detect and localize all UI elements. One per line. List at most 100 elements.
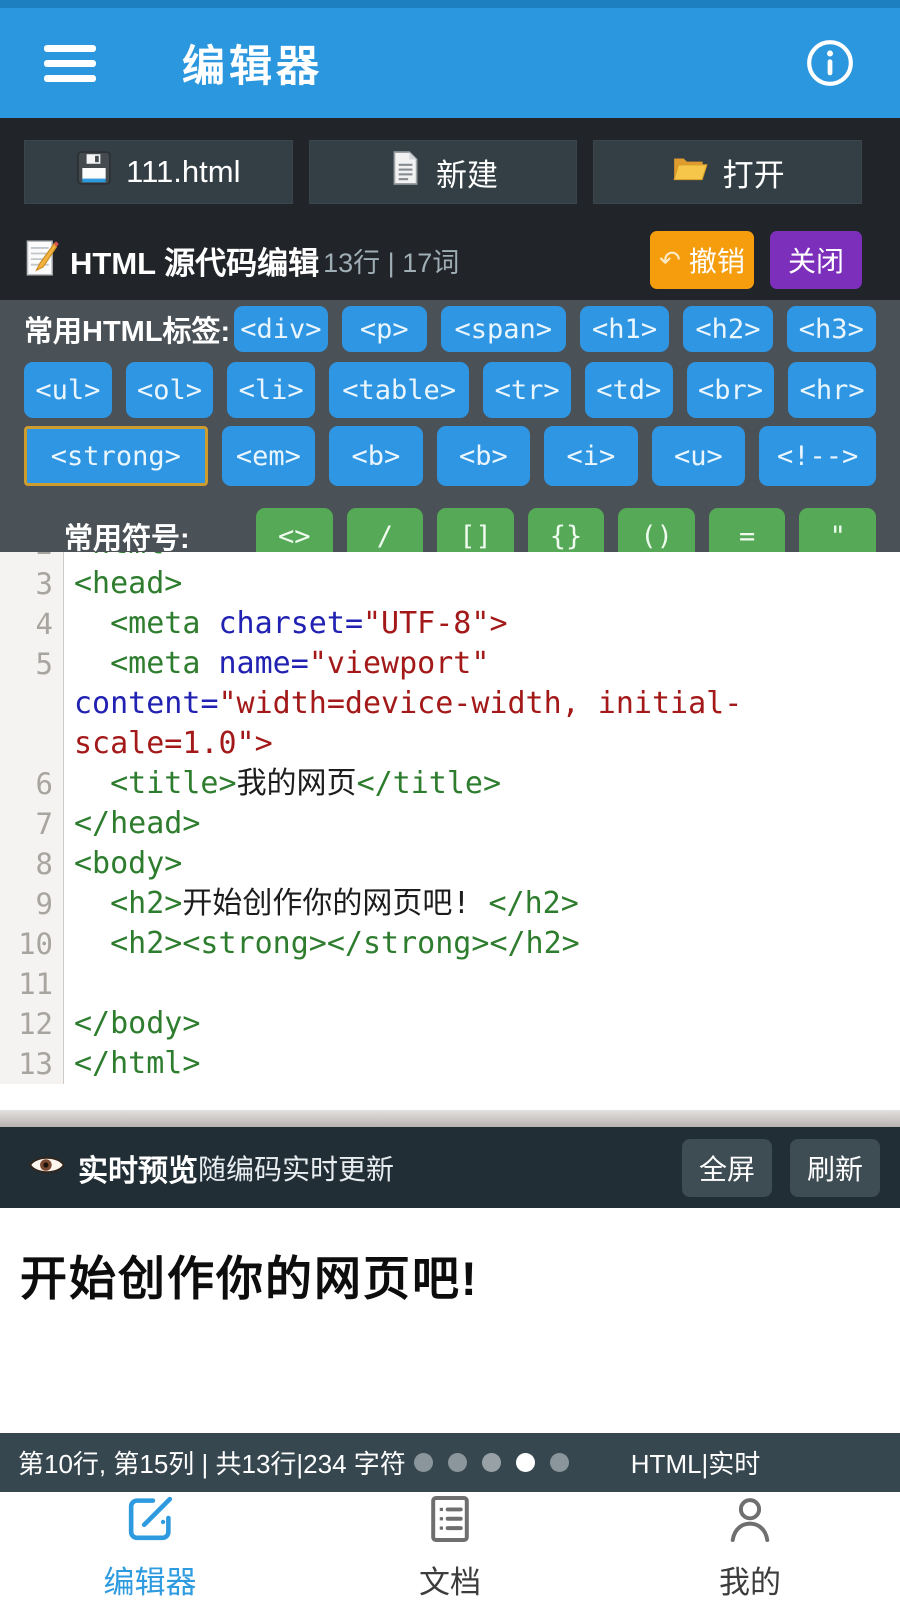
line-number: 7 bbox=[0, 804, 64, 844]
symbol-insert-button[interactable]: {} bbox=[528, 508, 605, 552]
tag-insert-button[interactable]: <u> bbox=[652, 426, 746, 486]
fullscreen-button[interactable]: 全屏 bbox=[682, 1139, 772, 1197]
info-icon[interactable] bbox=[804, 37, 856, 89]
undo-button[interactable]: ↶ 撤销 bbox=[650, 231, 754, 289]
app-header: 编辑器 bbox=[0, 8, 900, 118]
tag-insert-button[interactable]: <ul> bbox=[24, 362, 112, 418]
undo-label: 撤销 bbox=[689, 240, 745, 280]
tag-insert-button[interactable]: <div> bbox=[234, 306, 328, 352]
nav-editor-label: 编辑器 bbox=[104, 1557, 197, 1600]
symbol-row: 常用符号: <> / [] {} () = " bbox=[24, 508, 876, 552]
tag-insert-button[interactable]: <i> bbox=[544, 426, 638, 486]
nav-mine-label: 我的 bbox=[719, 1557, 781, 1600]
tag-insert-button[interactable]: <table> bbox=[329, 362, 469, 418]
eye-icon bbox=[28, 1151, 66, 1184]
page-title: 编辑器 bbox=[182, 32, 323, 94]
pager-dot bbox=[414, 1453, 433, 1472]
symbol-insert-button[interactable]: <> bbox=[256, 508, 333, 552]
source-editor-title: HTML 源代码编辑 bbox=[70, 238, 319, 283]
line-word-count: 13行 | 17词 bbox=[323, 241, 459, 280]
line-number: 5 bbox=[0, 644, 64, 684]
line-number: 6 bbox=[0, 764, 64, 804]
preview-title: 实时预览 bbox=[78, 1146, 198, 1190]
tag-insert-button[interactable]: <h3> bbox=[787, 306, 876, 352]
tag-row-3: <strong><em><b><b><i><u><!--> bbox=[24, 426, 876, 486]
editor-status-bar: 第10行, 第15列 | 共13行|234 字符 HTML|实时 bbox=[0, 1433, 900, 1492]
line-number: 12 bbox=[0, 1004, 64, 1044]
code-line: 8<body> bbox=[0, 844, 900, 884]
tag-insert-button[interactable]: <p> bbox=[342, 306, 427, 352]
tag-insert-button[interactable]: <ol> bbox=[126, 362, 214, 418]
code-text: <head> bbox=[64, 564, 182, 604]
tag-insert-button[interactable]: <strong> bbox=[24, 426, 208, 486]
person-icon bbox=[722, 1490, 778, 1553]
symbol-insert-button[interactable]: () bbox=[618, 508, 695, 552]
new-file-label: 新建 bbox=[436, 150, 498, 195]
tag-insert-button[interactable]: <td> bbox=[585, 362, 673, 418]
symbol-insert-button[interactable]: [] bbox=[437, 508, 514, 552]
code-line: scale=1.0"> bbox=[0, 724, 900, 764]
symbol-insert-button[interactable]: = bbox=[709, 508, 786, 552]
preview-toolbar: 实时预览 随编码实时更新 全屏 刷新 bbox=[0, 1127, 900, 1208]
memo-icon bbox=[24, 239, 60, 282]
line-number: 9 bbox=[0, 884, 64, 924]
nav-docs-label: 文档 bbox=[419, 1557, 481, 1600]
tag-row-2: <ul><ol><li><table><tr><td><br><hr> bbox=[24, 362, 876, 418]
symbols-label: 常用符号: bbox=[24, 515, 242, 552]
symbol-insert-button[interactable]: " bbox=[799, 508, 876, 552]
tag-insert-button[interactable]: <span> bbox=[441, 306, 566, 352]
close-label: 关闭 bbox=[788, 240, 844, 280]
tag-insert-button[interactable]: <li> bbox=[227, 362, 315, 418]
code-line: content="width=device-width, initial- bbox=[0, 684, 900, 724]
file-toolbar: 111.html 新建 bbox=[24, 140, 862, 204]
tag-insert-button[interactable]: <b> bbox=[437, 426, 531, 486]
code-editor[interactable]: 2<html3<head>4 <meta charset="UTF-8">5 <… bbox=[0, 552, 900, 1110]
preview-heading: 开始创作你的网页吧! bbox=[20, 1240, 880, 1309]
code-line: 4 <meta charset="UTF-8"> bbox=[0, 604, 900, 644]
code-text bbox=[64, 964, 74, 1004]
menu-icon[interactable] bbox=[44, 45, 96, 82]
file-toolbar-section: 111.html 新建 bbox=[0, 118, 900, 300]
code-text: <html bbox=[64, 552, 164, 564]
symbol-insert-button[interactable]: / bbox=[347, 508, 424, 552]
save-file-button[interactable]: 111.html bbox=[24, 140, 293, 204]
tag-insert-button[interactable]: <h1> bbox=[580, 306, 669, 352]
code-line: 7</head> bbox=[0, 804, 900, 844]
app-screen: 编辑器 111.html bbox=[0, 0, 900, 1600]
tag-insert-button[interactable]: <hr> bbox=[788, 362, 876, 418]
nav-tab-docs[interactable]: 文档 bbox=[360, 1490, 540, 1600]
statusbar-strip bbox=[0, 0, 900, 8]
floppy-icon bbox=[76, 150, 112, 194]
code-text: <title>我的网页</title> bbox=[64, 764, 501, 804]
nav-tab-editor[interactable]: 编辑器 bbox=[60, 1490, 240, 1600]
mode-indicator: HTML|实时 bbox=[631, 1444, 761, 1481]
tag-insert-button[interactable]: <!--> bbox=[759, 426, 876, 486]
tag-insert-button[interactable]: <b> bbox=[329, 426, 423, 486]
tag-insert-button[interactable]: <br> bbox=[687, 362, 775, 418]
tag-insert-button[interactable]: <tr> bbox=[483, 362, 571, 418]
refresh-button[interactable]: 刷新 bbox=[790, 1139, 880, 1197]
tag-row-1: 常用HTML标签: <div><p><span><h1><h2><h3> bbox=[24, 306, 876, 352]
code-line: 12</body> bbox=[0, 1004, 900, 1044]
undo-icon: ↶ bbox=[659, 245, 681, 276]
cursor-position-text: 第10行, 第15列 | 共13行|234 字符 bbox=[18, 1444, 406, 1481]
line-number: 4 bbox=[0, 604, 64, 644]
code-text: <h2><strong></strong></h2> bbox=[64, 924, 580, 964]
pager-dot bbox=[550, 1453, 569, 1472]
code-lines: 2<html3<head>4 <meta charset="UTF-8">5 <… bbox=[0, 552, 900, 1084]
nav-tab-mine[interactable]: 我的 bbox=[660, 1490, 840, 1600]
line-number: 10 bbox=[0, 924, 64, 964]
tag-insert-button[interactable]: <h2> bbox=[683, 306, 772, 352]
edit-square-icon bbox=[121, 1490, 179, 1553]
close-button[interactable]: 关闭 bbox=[770, 231, 862, 289]
open-file-button[interactable]: 打开 bbox=[593, 140, 862, 204]
open-folder-icon bbox=[671, 151, 709, 193]
editor-scrollbar[interactable] bbox=[0, 1110, 900, 1127]
code-line: 3<head> bbox=[0, 564, 900, 604]
line-number: 13 bbox=[0, 1044, 64, 1084]
code-line: 2<html bbox=[0, 552, 900, 564]
line-number: 11 bbox=[0, 964, 64, 1004]
source-header-row: HTML 源代码编辑 13行 | 17词 ↶ 撤销 关闭 bbox=[24, 230, 862, 290]
new-file-button[interactable]: 新建 bbox=[309, 140, 578, 204]
tag-insert-button[interactable]: <em> bbox=[222, 426, 316, 486]
